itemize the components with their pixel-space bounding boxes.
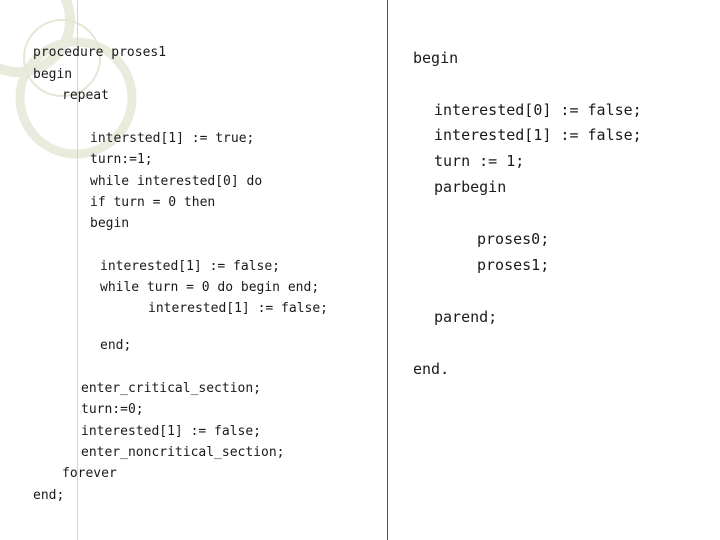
main-program-code-block: begin interested[0] := false; interested… xyxy=(390,0,720,540)
code-line: parend; xyxy=(434,308,498,326)
code-line: forever xyxy=(62,466,117,481)
code-line: procedure proses1 xyxy=(33,45,167,60)
code-line: repeat xyxy=(62,88,109,103)
code-line: end; xyxy=(33,488,65,503)
code-line: turn:=1; xyxy=(90,152,153,167)
code-line: begin xyxy=(90,216,130,231)
code-line: while interested[0] do xyxy=(90,174,263,189)
code-line: proses0; xyxy=(477,230,550,248)
code-line: intersted[1] := true; xyxy=(90,131,255,146)
code-line: turn := 1; xyxy=(434,152,525,170)
code-line: begin xyxy=(413,49,459,67)
code-line: parbegin xyxy=(434,178,507,196)
code-line: while turn = 0 do begin end; xyxy=(100,280,320,295)
code-line: turn:=0; xyxy=(81,402,144,417)
code-line: begin xyxy=(33,67,73,82)
code-line: interested[1] := false; xyxy=(148,301,329,316)
code-line: proses1; xyxy=(477,256,550,274)
code-line: interested[1] := false; xyxy=(81,424,262,439)
code-line: end; xyxy=(100,338,132,353)
code-line: if turn = 0 then xyxy=(90,195,216,210)
code-line: enter_noncritical_section; xyxy=(81,445,285,460)
code-line: enter_critical_section; xyxy=(81,381,262,396)
procedure-code-block: procedure proses1 begin repeat intersted… xyxy=(0,0,385,540)
code-line: interested[1] := false; xyxy=(434,126,642,144)
column-divider xyxy=(387,0,388,540)
code-line: interested[0] := false; xyxy=(434,101,642,119)
code-line: end. xyxy=(413,360,450,378)
slide: procedure proses1 begin repeat intersted… xyxy=(0,0,720,540)
code-line: interested[1] := false; xyxy=(100,259,281,274)
